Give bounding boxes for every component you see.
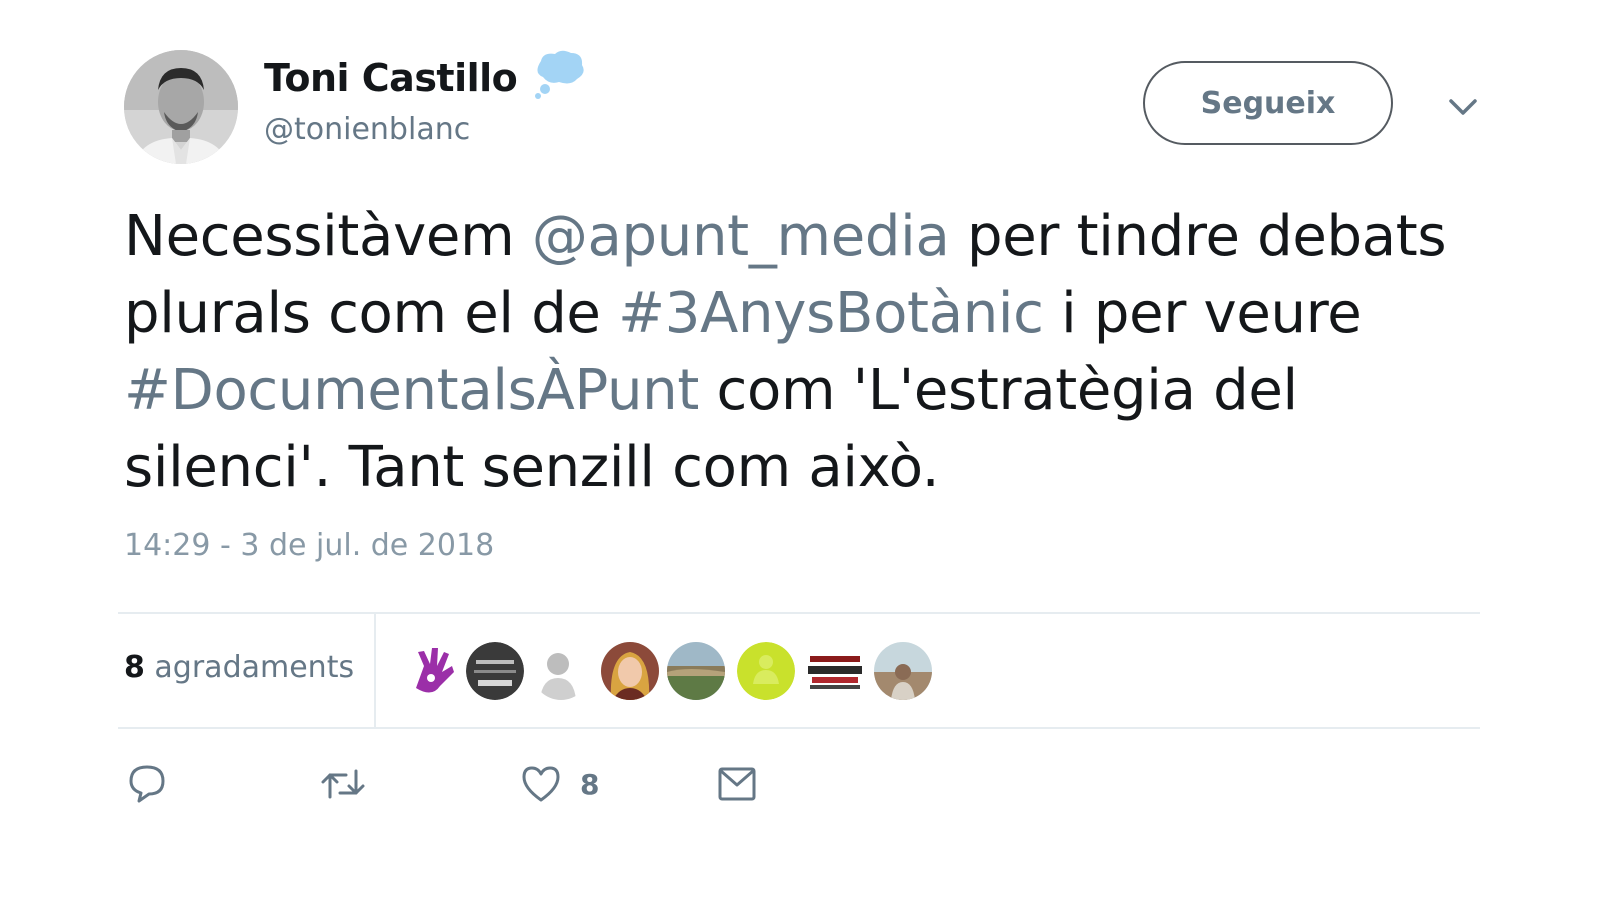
hashtag-link[interactable]: #3AnysBotànic xyxy=(618,281,1044,346)
direct-message-button[interactable] xyxy=(716,762,758,806)
likes-count: 8 xyxy=(124,650,145,685)
follow-button[interactable]: Segueix xyxy=(1143,61,1393,145)
sky-person-avatar[interactable] xyxy=(874,642,932,700)
profile-photo xyxy=(124,50,238,164)
yellow-figure-avatar[interactable] xyxy=(737,642,795,700)
reply-icon xyxy=(129,765,165,803)
chevron-down-icon[interactable] xyxy=(1445,92,1481,120)
stats-divider-top xyxy=(118,612,1480,614)
tweet-timestamp[interactable]: 14:29 - 3 de jul. de 2018 xyxy=(124,528,494,563)
hashtag-link[interactable]: #DocumentalsÀPunt xyxy=(124,358,699,423)
user-handle[interactable]: @tonienblanc xyxy=(264,112,470,147)
tweet-text: Necessitàvem @apunt_media per tindre deb… xyxy=(124,198,1484,506)
mention-link[interactable]: @apunt_media xyxy=(532,204,950,269)
speech-bubble-icon xyxy=(531,49,587,99)
retweet-icon xyxy=(321,769,365,799)
like-count: 8 xyxy=(580,767,600,801)
heart-icon xyxy=(522,766,560,802)
reply-button[interactable] xyxy=(126,762,168,806)
stats-divider-bottom xyxy=(118,727,1480,729)
envelope-icon xyxy=(718,767,756,801)
stats-divider-vertical xyxy=(374,614,376,727)
dark-badge-avatar[interactable] xyxy=(466,642,524,700)
avatar[interactable] xyxy=(124,50,238,164)
landscape-avatar[interactable] xyxy=(667,642,725,700)
text-logo-avatar[interactable] xyxy=(806,642,864,700)
woman-portrait-avatar[interactable] xyxy=(601,642,659,700)
tweet-text-part: i per veure xyxy=(1043,281,1362,346)
purple-hand-avatar[interactable] xyxy=(402,642,460,700)
likes-stat[interactable]: 8 agradaments xyxy=(124,650,354,685)
name-row: Toni Castillo xyxy=(264,50,587,100)
tweet-text-part: Necessitàvem xyxy=(124,204,532,269)
likes-label: agradaments xyxy=(154,650,355,685)
grey-person-avatar[interactable] xyxy=(532,642,590,700)
like-button[interactable]: 8 xyxy=(520,762,599,806)
tweet-card: Toni Castillo @tonienblanc Segueix Neces… xyxy=(0,0,1600,899)
retweet-button[interactable] xyxy=(320,762,366,806)
display-name[interactable]: Toni Castillo xyxy=(264,56,518,100)
